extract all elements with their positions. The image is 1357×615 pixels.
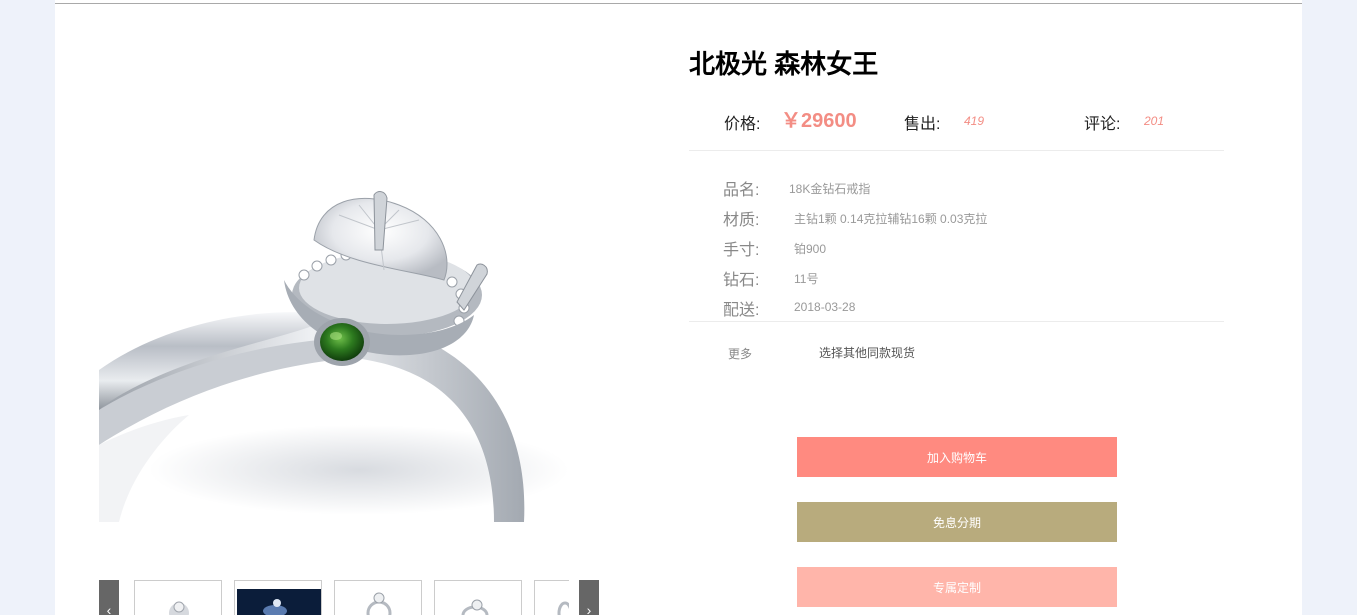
spec-label-delivery: 配送:: [723, 302, 760, 319]
spec-value-material: 主钻1颗 0.14克拉辅钻16颗 0.03克拉: [794, 212, 988, 226]
ring-thumbnail-icon: [169, 601, 189, 615]
thumbnail-1[interactable]: [134, 580, 222, 615]
chevron-right-icon[interactable]: ›: [579, 580, 599, 615]
thumbnail-carousel: ‹ ›: [99, 580, 599, 615]
price-value: ￥29600: [781, 110, 857, 132]
spec-value-diamond: 11号: [794, 272, 819, 286]
add-to-cart-button[interactable]: 加入购物车: [797, 437, 1117, 477]
chevron-left-icon[interactable]: ‹: [99, 580, 119, 615]
review-label: 评论:: [1084, 116, 1121, 133]
summary-divider: [689, 150, 1224, 151]
price-label: 价格:: [724, 116, 761, 133]
spec-value-name: 18K金钻石戒指: [789, 182, 871, 196]
review-count[interactable]: 201: [1144, 114, 1164, 128]
ring-thumbnail-icon: [366, 592, 392, 615]
product-title: 北极光 森林女王: [689, 49, 879, 79]
thumbnail-5[interactable]: [534, 580, 569, 615]
ring-thumbnail-icon: [461, 599, 489, 615]
sold-label: 售出:: [904, 116, 941, 133]
thumbnail-3[interactable]: [334, 580, 422, 615]
ring-thumbnail-icon: [237, 589, 321, 615]
spec-value-size: 铂900: [794, 242, 827, 256]
spec-label-name: 品名:: [723, 182, 760, 199]
product-main-image: [99, 170, 569, 522]
top-divider: [55, 3, 1302, 4]
spec-value-delivery: 2018-03-28: [794, 300, 856, 314]
spec-label-size: 手寸:: [723, 242, 760, 259]
other-styles-link[interactable]: 选择其他同款现货: [819, 344, 915, 361]
custom-order-button[interactable]: 专属定制: [797, 567, 1117, 607]
more-label: 更多: [728, 347, 753, 361]
thumbnail-2[interactable]: [234, 580, 322, 615]
specs-divider: [689, 321, 1224, 322]
sold-count: 419: [964, 114, 985, 128]
spec-label-material: 材质:: [723, 212, 760, 229]
ring-image: [99, 191, 569, 522]
spec-label-diamond: 钻石:: [723, 272, 760, 289]
thumbnail-4[interactable]: [434, 580, 522, 615]
installment-button[interactable]: 免息分期: [797, 502, 1117, 542]
thumbnail-strip: [134, 580, 569, 615]
ring-thumbnail-icon: [557, 601, 569, 615]
product-detail-page: ‹ › 北极光 森林女王 价格: ￥29600 售出: 419 评论: 201: [55, 0, 1302, 615]
